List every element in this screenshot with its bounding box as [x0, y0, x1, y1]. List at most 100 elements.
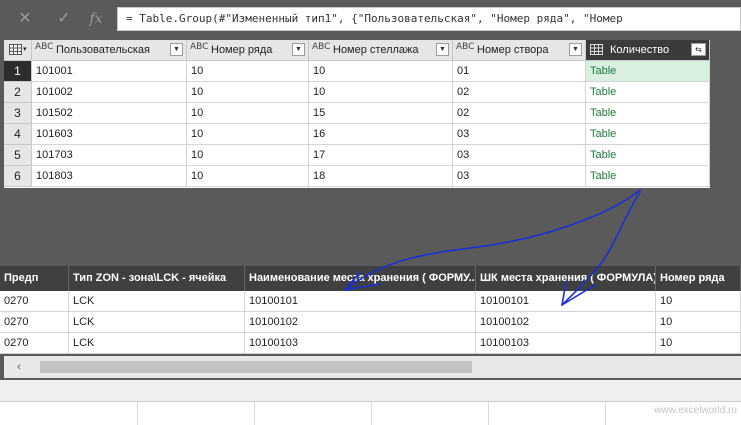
cell[interactable]: 101502: [32, 103, 187, 124]
table-row: 1 101001 10 10 01 Table: [4, 61, 710, 82]
sheet-cell[interactable]: 10100103: [476, 333, 656, 354]
expand-column-icon[interactable]: ⇆: [691, 43, 706, 56]
row-number[interactable]: 4: [4, 124, 32, 145]
table-row: 2 101002 10 10 02 Table: [4, 82, 710, 103]
cell[interactable]: 10: [309, 82, 453, 103]
text-type-icon: ABC: [190, 42, 209, 52]
column-header-polzovatelskaya[interactable]: ABC Пользовательская ▼: [32, 40, 187, 61]
text-type-icon: ABC: [35, 42, 54, 52]
table-link[interactable]: Table: [586, 166, 710, 187]
table-row: 3 101502 10 15 02 Table: [4, 103, 710, 124]
cell[interactable]: 10: [187, 61, 309, 82]
query-preview-table: ▾ ABC Пользовательская ▼ ABC Номер ряда …: [4, 40, 710, 188]
table-link[interactable]: Table: [586, 124, 710, 145]
column-header-nomer-stellazha[interactable]: ABC Номер стеллажа ▼: [309, 40, 453, 61]
row-number[interactable]: 1: [4, 61, 32, 82]
column-label: Номер стеллажа: [333, 44, 419, 56]
cell[interactable]: 10: [309, 61, 453, 82]
cell[interactable]: 10: [187, 124, 309, 145]
sheet-cell[interactable]: 10100101: [245, 291, 476, 312]
column-header-nomer-ryada[interactable]: ABC Номер ряда ▼: [187, 40, 309, 61]
column-label: Номер ряда: [211, 44, 273, 56]
grid-row: [0, 380, 741, 402]
cell[interactable]: 10: [187, 145, 309, 166]
cell[interactable]: 10: [187, 166, 309, 187]
cell[interactable]: 18: [309, 166, 453, 187]
fx-icon[interactable]: fx: [85, 9, 107, 29]
cancel-formula-icon[interactable]: ✕: [14, 9, 36, 29]
table-row: 5 101703 10 17 03 Table: [4, 145, 710, 166]
cell[interactable]: 02: [453, 103, 586, 124]
column-label: Пользовательская: [56, 44, 151, 56]
cell[interactable]: 101603: [32, 124, 187, 145]
cell[interactable]: 17: [309, 145, 453, 166]
column-label: Количество: [610, 44, 670, 56]
row-number[interactable]: 6: [4, 166, 32, 187]
sheet-header[interactable]: Предп: [0, 266, 69, 291]
row-number[interactable]: 3: [4, 103, 32, 124]
sheet-cell[interactable]: LCK: [69, 312, 245, 333]
grid-line: [488, 402, 489, 425]
cell[interactable]: 10: [187, 103, 309, 124]
sheet-cell[interactable]: 10100103: [245, 333, 476, 354]
table-link[interactable]: Table: [586, 103, 710, 124]
table-link[interactable]: Table: [586, 61, 710, 82]
sheet-cell[interactable]: 10: [656, 333, 741, 354]
confirm-formula-icon[interactable]: ✓: [53, 9, 75, 29]
table-type-icon: [590, 44, 603, 55]
filter-dropdown-icon[interactable]: ▼: [436, 43, 449, 56]
sheet-cell[interactable]: 0270: [0, 291, 69, 312]
filter-dropdown-icon[interactable]: ▼: [569, 43, 582, 56]
filter-dropdown-icon[interactable]: ▼: [170, 43, 183, 56]
scroll-left-icon[interactable]: ‹: [4, 356, 34, 378]
cell[interactable]: 02: [453, 82, 586, 103]
sheet-cell[interactable]: 0270: [0, 333, 69, 354]
table-grid-icon: [9, 44, 22, 55]
worksheet-table: Предп Тип ZON - зона\LCK - ячейка Наимен…: [0, 266, 741, 354]
cell[interactable]: 101001: [32, 61, 187, 82]
cell[interactable]: 03: [453, 145, 586, 166]
sheet-cell[interactable]: 10100101: [476, 291, 656, 312]
cell[interactable]: 101703: [32, 145, 187, 166]
table-link[interactable]: Table: [586, 145, 710, 166]
sheet-header[interactable]: Номер ряда: [656, 266, 741, 291]
cell[interactable]: 16: [309, 124, 453, 145]
cell[interactable]: 101002: [32, 82, 187, 103]
formula-bar: ✕ ✓ fx = Table.Group(#"Измененный тип1",…: [0, 0, 741, 38]
sheet-cell[interactable]: LCK: [69, 291, 245, 312]
sheet-cell[interactable]: 0270: [0, 312, 69, 333]
cell[interactable]: 15: [309, 103, 453, 124]
grid-line: [254, 402, 255, 425]
text-type-icon: ABC: [312, 42, 331, 52]
formula-input[interactable]: = Table.Group(#"Измененный тип1", {"Поль…: [117, 7, 741, 31]
sheet-header[interactable]: Тип ZON - зона\LCK - ячейка: [69, 266, 245, 291]
chevron-down-icon: ▾: [23, 46, 27, 53]
cell[interactable]: 01: [453, 61, 586, 82]
sheet-cell[interactable]: 10: [656, 291, 741, 312]
row-number[interactable]: 5: [4, 145, 32, 166]
sheet-cell[interactable]: 10100102: [476, 312, 656, 333]
scroll-thumb[interactable]: [40, 361, 472, 373]
cell[interactable]: 101803: [32, 166, 187, 187]
grid-line: [137, 402, 138, 425]
row-number[interactable]: 2: [4, 82, 32, 103]
cell[interactable]: 03: [453, 166, 586, 187]
sheet-cell[interactable]: 10100102: [245, 312, 476, 333]
cell[interactable]: 10: [187, 82, 309, 103]
column-label: Номер створа: [477, 44, 549, 56]
column-header-kolichestvo[interactable]: Количество ⇆: [586, 40, 710, 61]
cell[interactable]: 03: [453, 124, 586, 145]
table-link[interactable]: Table: [586, 82, 710, 103]
horizontal-scrollbar[interactable]: ‹: [4, 356, 741, 378]
table-corner-menu[interactable]: ▾: [4, 40, 32, 61]
sheet-header[interactable]: Наименование места хранения ( ФОРМУ...: [245, 266, 476, 291]
sheet-cell[interactable]: 10: [656, 312, 741, 333]
column-header-nomer-stvora[interactable]: ABC Номер створа ▼: [453, 40, 586, 61]
sheet-header[interactable]: ШК места хранения ( ФОРМУЛА): [476, 266, 656, 291]
text-type-icon: ABC: [456, 42, 475, 52]
filter-dropdown-icon[interactable]: ▼: [292, 43, 305, 56]
sheet-cell[interactable]: LCK: [69, 333, 245, 354]
watermark: www.excelworld.ru: [654, 405, 737, 416]
table-row: 6 101803 10 18 03 Table: [4, 166, 710, 187]
worksheet-grid: www.excelworld.ru: [0, 380, 741, 425]
